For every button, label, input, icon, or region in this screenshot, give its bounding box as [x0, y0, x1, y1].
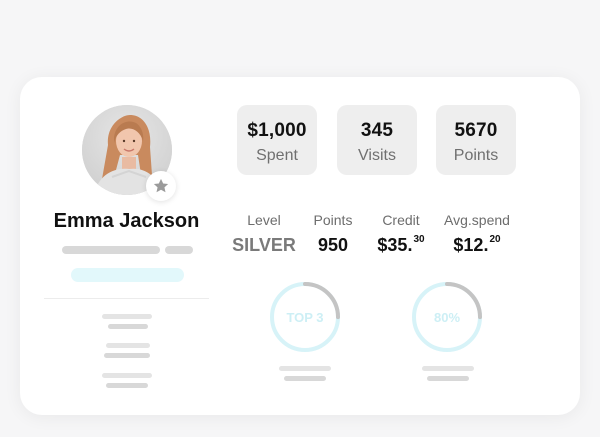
metric-avg-spend: Avg.spend $12.20 — [438, 212, 516, 256]
metric-value-main: $12. — [453, 235, 489, 255]
subtitle-placeholder — [62, 246, 160, 254]
metric-value: 950 — [317, 235, 349, 255]
metric-label: Level — [247, 212, 281, 228]
avatar-container — [82, 105, 176, 201]
ring-label: TOP 3 — [286, 309, 324, 325]
metric-credit: Credit $35.30 — [366, 212, 436, 256]
metric-value-cents: 30 — [413, 234, 425, 245]
stat-points: 5670 Points — [436, 105, 516, 175]
profile-name: Emma Jackson — [53, 210, 200, 232]
metric-value: SILVER — [232, 235, 296, 255]
metric-level: Level SILVER — [226, 212, 302, 256]
star-icon — [153, 178, 169, 193]
stat-value: 5670 — [454, 120, 498, 141]
stat-label: Points — [453, 147, 499, 164]
metric-value-cents: 20 — [489, 234, 501, 245]
ring-caption-placeholder — [427, 376, 469, 381]
stat-value: $1,000 — [247, 120, 307, 141]
subtitle-placeholder-short — [165, 246, 193, 254]
list-item-placeholder — [108, 324, 148, 329]
ring-label: 80% — [433, 309, 461, 325]
list-item-placeholder — [102, 373, 152, 378]
list-item-placeholder — [106, 343, 150, 348]
list-item-placeholder — [104, 353, 150, 358]
metric-label: Credit — [382, 212, 420, 228]
favorite-star-button[interactable] — [146, 171, 176, 201]
stat-visits: 345 Visits — [337, 105, 417, 175]
divider — [44, 298, 209, 299]
metric-value-main: $35. — [377, 235, 413, 255]
stat-spent: $1,000 Spent — [237, 105, 317, 175]
metric-value: $12.20 — [438, 234, 516, 256]
tag-placeholder — [71, 268, 184, 282]
metric-points: Points 950 — [302, 212, 364, 256]
list-item-placeholder — [106, 383, 148, 388]
stat-value: 345 — [360, 120, 394, 141]
ring-caption-placeholder — [284, 376, 326, 381]
ring-top3: TOP 3 — [268, 280, 342, 354]
ring-caption-placeholder — [422, 366, 474, 371]
metric-value: $35.30 — [366, 234, 436, 256]
list-item-placeholder — [102, 314, 152, 319]
ring-caption-placeholder — [279, 366, 331, 371]
metric-label: Avg.spend — [444, 212, 510, 228]
metric-label: Points — [313, 212, 353, 228]
ring-percent: 80% — [410, 280, 484, 354]
stat-label: Spent — [256, 147, 298, 164]
profile-card: Emma Jackson $1,000 Spent 345 Visits 567… — [20, 77, 580, 415]
stat-label: Visits — [358, 147, 396, 164]
